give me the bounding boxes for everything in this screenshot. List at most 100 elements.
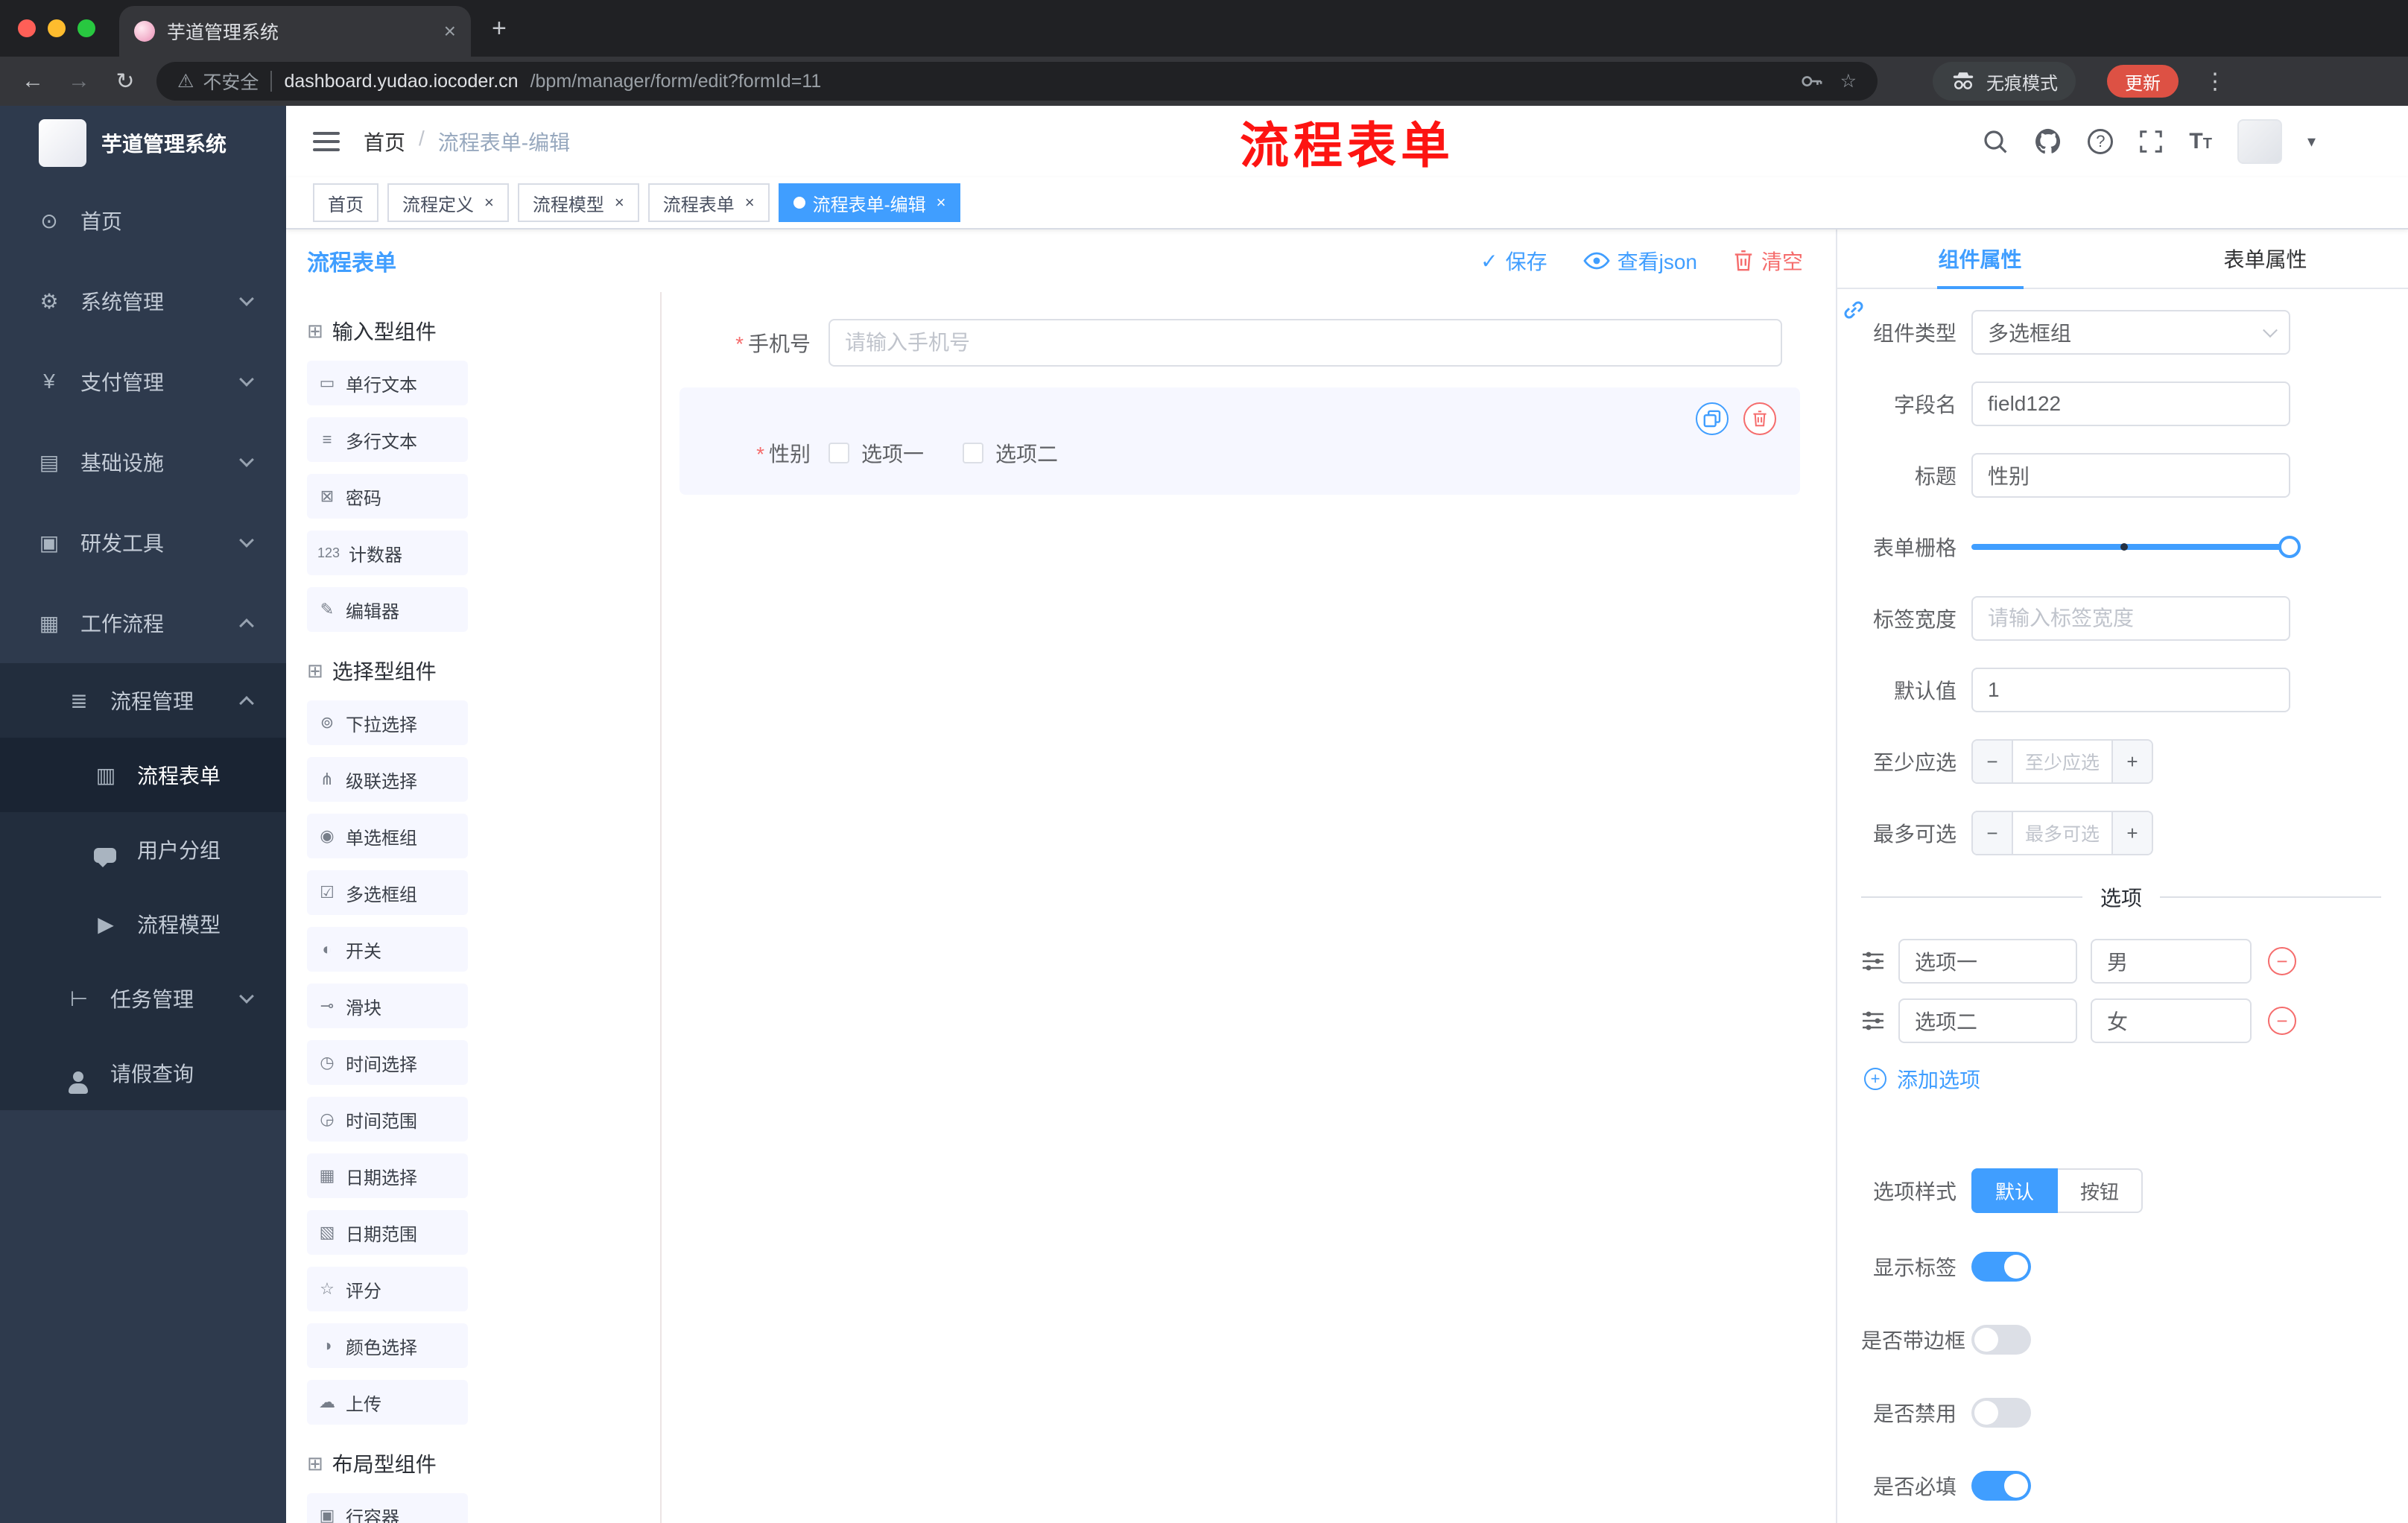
sidebar-item-process-management[interactable]: ≣ 流程管理 [0,663,286,738]
increase-button[interactable]: + [2111,741,2152,782]
avatar-caret-icon[interactable]: ▾ [2307,132,2316,151]
bookmark-star-icon[interactable]: ☆ [1840,70,1857,92]
tab-component-properties[interactable]: 组件属性 [1837,229,2123,288]
border-switch[interactable] [1971,1325,2031,1355]
field-gender-selected[interactable]: 性别 选项一 选项二 [679,387,1800,495]
increase-button[interactable]: + [2111,812,2152,854]
component-type-select[interactable]: 多选框组 [1971,310,2290,355]
address-bar[interactable]: ⚠ 不安全 dashboard.yudao.iocoder.cn/bpm/man… [156,62,1878,101]
remove-option-button[interactable]: − [2268,947,2296,975]
palette-item-row-container[interactable]: ▣ 行容器 [307,1493,468,1523]
required-switch[interactable] [1971,1471,2031,1501]
help-icon[interactable]: ? [2088,129,2114,154]
disabled-switch[interactable] [1971,1398,2031,1428]
sidebar-item-dev-tools[interactable]: ▣ 研发工具 [0,502,286,583]
decrease-button[interactable]: − [1973,812,2013,854]
option-2-label-input[interactable] [1898,998,2077,1043]
palette-item-cascader[interactable]: ⋔ 级联选择 [307,757,468,802]
min-select-value[interactable]: 至少应选 [2013,741,2111,782]
new-tab-button[interactable]: + [492,14,507,43]
sidebar-item-system-management[interactable]: ⚙ 系统管理 [0,261,286,341]
save-button[interactable]: ✓ 保存 [1480,246,1547,276]
field-name-input[interactable] [1971,381,2290,426]
security-chip[interactable]: ⚠ 不安全 [177,68,259,95]
sidebar-item-infrastructure[interactable]: ▤ 基础设施 [0,422,286,502]
sidebar-item-payment-management[interactable]: ¥ 支付管理 [0,341,286,422]
add-option-button[interactable]: + 添加选项 [1864,1064,2408,1094]
palette-item-select[interactable]: ⊚ 下拉选择 [307,700,468,745]
option-2-value-input[interactable] [2091,998,2252,1043]
max-select-value[interactable]: 最多可选 [2013,812,2111,854]
tag-process-form[interactable]: 流程表单 × [647,183,770,222]
font-size-icon[interactable]: TT [2189,129,2212,154]
tag-close-icon[interactable]: × [484,193,494,212]
label-width-input[interactable] [1971,596,2290,641]
palette-item-rate[interactable]: ☆ 评分 [307,1267,468,1311]
palette-item-color-picker[interactable]: ◑ 颜色选择 [307,1323,468,1368]
tag-process-model[interactable]: 流程模型 × [517,183,639,222]
option-style-button-button[interactable]: 按钮 [2058,1168,2144,1213]
sidebar-item-process-model[interactable]: ▶ 流程模型 [0,887,286,961]
sidebar-item-process-form[interactable]: ▥ 流程表单 [0,738,286,812]
github-icon[interactable] [2034,127,2062,156]
back-icon[interactable]: ← [18,69,48,94]
sidebar-item-leave-query[interactable]: 请假查询 [0,1036,286,1110]
remove-option-button[interactable]: − [2268,1007,2296,1035]
browser-update-button[interactable]: 更新 [2107,65,2179,98]
window-minimize-button[interactable] [48,19,66,37]
view-json-button[interactable]: 查看json [1582,246,1697,276]
option-1-value-input[interactable] [2091,939,2252,984]
palette-item-radio-group[interactable]: ◉ 单选框组 [307,814,468,858]
sidebar-item-workflow[interactable]: ▦ 工作流程 [0,583,286,663]
delete-component-button[interactable] [1743,402,1776,435]
title-input[interactable] [1971,453,2290,498]
tag-process-definition[interactable]: 流程定义 × [387,183,509,222]
tab-form-properties[interactable]: 表单属性 [2123,229,2408,288]
slider-handle[interactable] [2278,536,2301,558]
sidebar-item-task-management[interactable]: ⊢ 任务管理 [0,961,286,1036]
phone-input[interactable] [828,319,1782,367]
link-icon[interactable] [1842,298,1866,327]
drag-handle-icon[interactable] [1861,1010,1885,1031]
palette-item-upload[interactable]: ☁ 上传 [307,1380,468,1425]
browser-menu-icon[interactable]: ⋮ [2204,69,2226,95]
palette-item-counter[interactable]: 123 计数器 [307,531,468,575]
tag-close-icon[interactable]: × [615,193,624,212]
forward-icon[interactable]: → [64,69,94,94]
decrease-button[interactable]: − [1973,741,2013,782]
palette-item-date-picker[interactable]: ▦ 日期选择 [307,1153,468,1198]
palette-item-single-line-text[interactable]: ▭ 单行文本 [307,361,468,405]
gender-option-2-checkbox[interactable]: 选项二 [963,438,1058,468]
copy-component-button[interactable] [1696,402,1729,435]
gender-option-1-checkbox[interactable]: 选项一 [828,438,924,468]
palette-item-time-range[interactable]: ◶ 时间范围 [307,1097,468,1142]
sidebar-item-user-group[interactable]: 用户分组 [0,812,286,887]
breadcrumb-home[interactable]: 首页 [364,127,405,156]
palette-item-checkbox-group[interactable]: ☑ 多选框组 [307,870,468,915]
sidebar-toggle-icon[interactable] [313,132,340,151]
avatar[interactable] [2237,119,2282,164]
palette-item-password[interactable]: ⊠ 密码 [307,474,468,519]
palette-item-editor[interactable]: ✎ 编辑器 [307,587,468,632]
palette-item-switch[interactable]: ◐ 开关 [307,927,468,972]
option-1-label-input[interactable] [1898,939,2077,984]
palette-item-time-picker[interactable]: ◷ 时间选择 [307,1040,468,1085]
form-grid-slider[interactable] [1971,525,2301,569]
key-icon[interactable] [1800,70,1822,92]
window-zoom-button[interactable] [77,19,95,37]
show-label-switch[interactable] [1971,1252,2031,1282]
tab-close-icon[interactable]: × [444,19,456,43]
clear-button[interactable]: 清空 [1733,246,1803,276]
search-icon[interactable] [1982,128,2009,155]
sidebar-item-home[interactable]: ⊙ 首页 [0,180,286,261]
reload-icon[interactable]: ↻ [110,69,140,95]
tag-home[interactable]: 首页 [313,183,378,222]
browser-tab[interactable]: 芋道管理系统 × [119,6,471,57]
tag-process-form-edit[interactable]: 流程表单-编辑 × [778,183,961,222]
option-style-default-button[interactable]: 默认 [1971,1168,2059,1213]
default-value-input[interactable] [1971,668,2290,712]
window-close-button[interactable] [18,19,36,37]
field-phone[interactable]: 手机号 [679,319,1800,367]
drag-handle-icon[interactable] [1861,951,1885,972]
tag-close-icon[interactable]: × [745,193,755,212]
